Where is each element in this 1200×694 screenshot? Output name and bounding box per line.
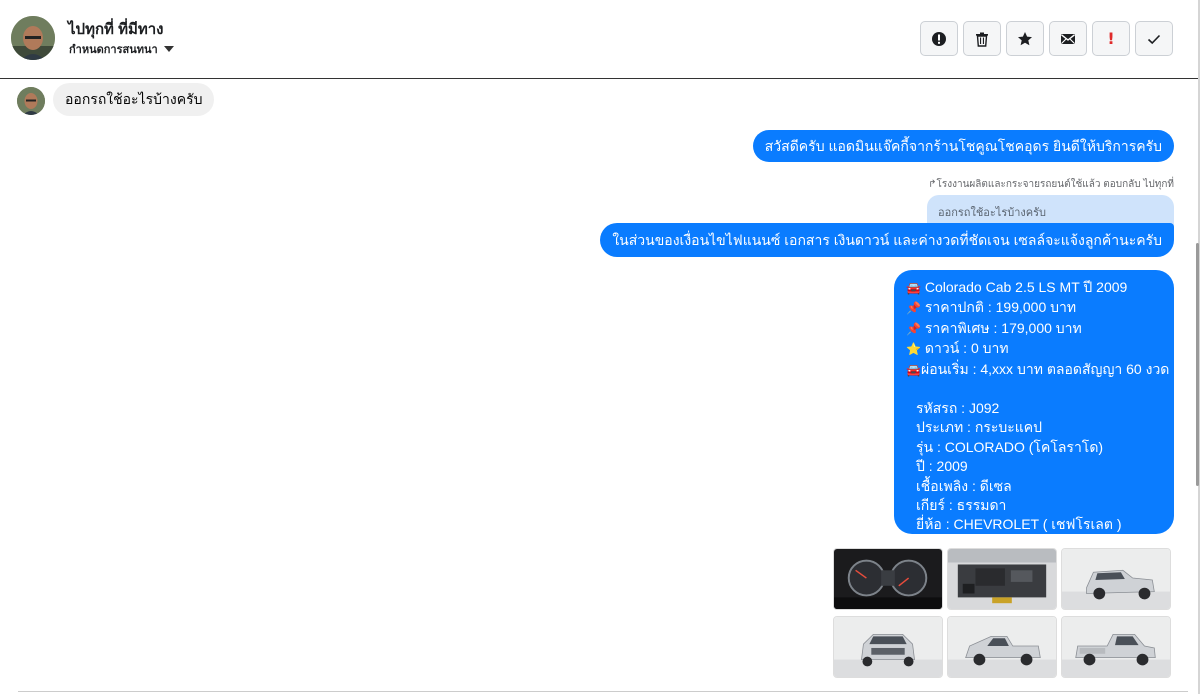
car-photo-front[interactable] [833, 616, 943, 678]
mail-button[interactable] [1049, 21, 1087, 56]
reply-note: ↱โรงงานผลิตและกระจายรถยนต์ใช้แล้ว ตอบกลั… [928, 179, 1174, 190]
listing-model: รุ่น : COLORADO (โคโลราโด) [916, 438, 1104, 455]
listing-year: ปี : 2009 [916, 458, 968, 475]
incoming-message[interactable]: ออกรถใช้อะไรบ้างครับ [53, 83, 215, 116]
car-photo-rear-angle[interactable] [1061, 616, 1171, 678]
conversation-settings-label: กำหนดการสนทนา [69, 44, 158, 56]
conversation-settings-dropdown[interactable]: กำหนดการสนทนา [69, 40, 174, 58]
envelope-icon [1061, 33, 1075, 44]
listing-type: ประเภท : กระบะแคป [916, 419, 1043, 436]
listing-special-price: ราคาพิเศษ : 179,000 บาท [924, 319, 1082, 336]
contact-name[interactable]: ไปทุกที่ ที่มีทาง [68, 17, 164, 41]
scrollbar-thumb[interactable] [1196, 243, 1199, 486]
caret-down-icon [163, 46, 174, 52]
car-photo-grid [833, 548, 1171, 678]
trash-button[interactable] [963, 21, 1001, 56]
listing-installment: ผ่อนเริ่ม : 4,xxx บาท ตลอดสัญญา 60 งวด [921, 360, 1170, 377]
car-icon: 🚘 [906, 281, 921, 295]
listing-title: Colorado Cab 2.5 LS MT ปี 2009 [924, 279, 1128, 295]
outgoing-message[interactable]: ในส่วนของเงื่อนไขไฟแนนซ์ เอกสาร เงินดาวน… [600, 223, 1174, 257]
mark-done-button[interactable] [1135, 21, 1173, 56]
outgoing-message[interactable]: สวัสดีครับ แอดมินแจ๊คกี้จากร้านโชคูณโชคอ… [752, 130, 1174, 162]
listing-spacer [906, 380, 1162, 399]
star-emoji-icon: ⭐ [906, 342, 921, 357]
car-photo-dashboard[interactable] [833, 548, 943, 610]
pin-icon: 📌 [906, 321, 921, 336]
listing-gear: เกียร์ : ธรรมดา [916, 497, 1007, 514]
composer-divider [18, 691, 1188, 692]
checkmark-icon [1147, 34, 1161, 44]
alert-circle-button[interactable] [920, 21, 958, 56]
car-icon: 🚘 [906, 362, 921, 377]
car-photo-engine[interactable] [947, 548, 1057, 610]
trash-icon [976, 32, 988, 47]
contact-avatar[interactable] [11, 16, 55, 60]
listing-title-line: 🚘 Colorado Cab 2.5 LS MT ปี 2009 [906, 278, 1162, 298]
car-photo-front-angle[interactable] [1061, 548, 1171, 610]
conversation-header: ไปทุกที่ ที่มีทาง กำหนดการสนทนา ! [0, 0, 1200, 79]
listing-down: ดาวน์ : 0 บาท [924, 340, 1009, 357]
listing-normal-price-line: 📌 ราคาปกติ : 199,000 บาท [906, 298, 1162, 318]
mark-important-button[interactable]: ! [1092, 21, 1130, 56]
exclamation-icon: ! [1107, 29, 1115, 48]
alert-circle-icon [932, 31, 946, 46]
listing-special-price-line: 📌 ราคาพิเศษ : 179,000 บาท [906, 319, 1162, 339]
sender-avatar[interactable] [17, 87, 45, 115]
listing-down-line: ⭐ ดาวน์ : 0 บาท [906, 339, 1162, 359]
star-button[interactable] [1006, 21, 1044, 56]
listing-brand: ยี่ห้อ : CHEVROLET ( เชฟโรเลต ) [916, 516, 1122, 533]
star-icon [1018, 31, 1032, 45]
listing-normal-price: ราคาปกติ : 199,000 บาท [924, 299, 1077, 316]
pin-icon: 📌 [906, 301, 921, 316]
car-photo-side-front[interactable] [947, 616, 1057, 678]
listing-car-code: รหัสรถ : J092 [916, 400, 1000, 417]
listing-fuel: เชื้อเพลิง : ดีเซล [916, 477, 1012, 494]
toolbar: ! [920, 21, 1173, 56]
listing-message[interactable]: 🚘 Colorado Cab 2.5 LS MT ปี 2009 📌 ราคาป… [894, 270, 1174, 534]
listing-installment-line: 🚘ผ่อนเริ่ม : 4,xxx บาท ตลอดสัญญา 60 งวด [906, 360, 1169, 380]
